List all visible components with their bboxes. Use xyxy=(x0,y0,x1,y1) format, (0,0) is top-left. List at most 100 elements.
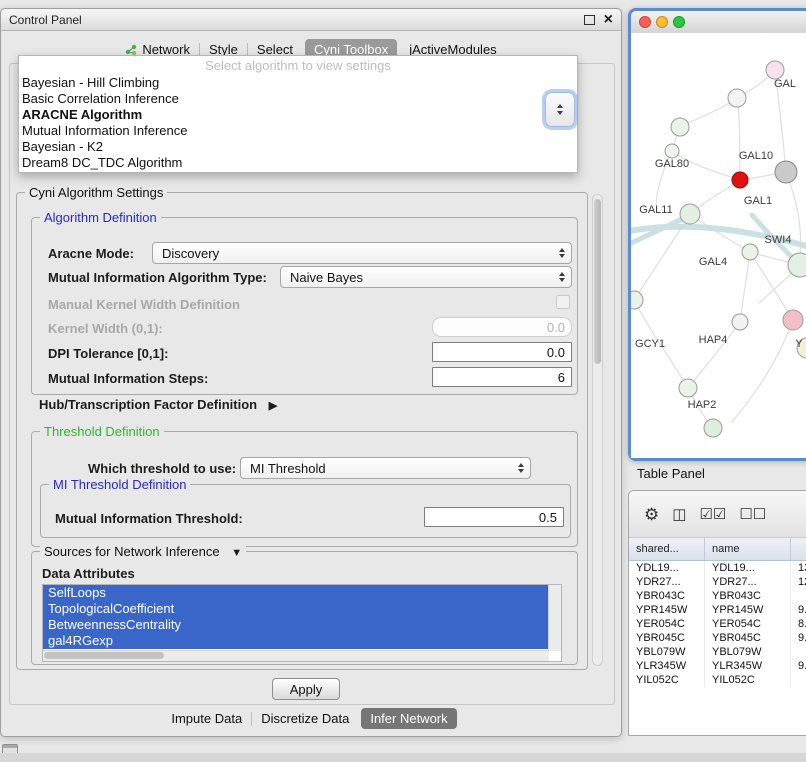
which-threshold-select[interactable]: MI Threshold xyxy=(240,457,531,479)
close-icon[interactable]: × xyxy=(604,12,613,28)
list-item-selected[interactable]: TopologicalCoefficient xyxy=(43,601,549,617)
network-nodes xyxy=(631,61,806,437)
collapsed-arrow-icon[interactable]: ▶ xyxy=(269,400,277,412)
table-cell[interactable]: 13 xyxy=(791,561,806,575)
columns-icon[interactable]: ◫ xyxy=(672,507,686,522)
dropdown-item[interactable]: Mutual Information Inference xyxy=(19,123,577,139)
network-node[interactable] xyxy=(728,89,746,107)
dpi-tolerance-field[interactable] xyxy=(432,342,572,362)
table-cell[interactable]: YBL079W xyxy=(705,645,791,659)
close-traffic-light[interactable] xyxy=(639,16,651,28)
tab-infer-network[interactable]: Infer Network xyxy=(361,708,456,729)
table-cell[interactable]: YBR045C xyxy=(705,631,791,645)
table-cell[interactable]: YDR27... xyxy=(629,575,705,589)
table-cell[interactable]: YIL052C xyxy=(705,673,791,687)
column-header[interactable]: shared... xyxy=(629,538,705,560)
table-cell[interactable]: 9. xyxy=(791,603,806,617)
mi-type-select[interactable]: Naive Bayes xyxy=(280,266,572,288)
mi-steps-field[interactable] xyxy=(432,367,572,387)
scrollbar-thumb[interactable] xyxy=(44,652,164,659)
hub-definition-toggle[interactable]: Hub/Transcription Factor Definition ▶ xyxy=(39,397,277,412)
table-cell[interactable]: YBR043C xyxy=(629,589,705,603)
control-panel-titlebar[interactable]: Control Panel × xyxy=(1,9,621,31)
network-node[interactable] xyxy=(671,118,689,136)
dropdown-item[interactable]: Dream8 DC_TDC Algorithm xyxy=(19,155,577,171)
table-cell[interactable]: YER054C xyxy=(629,617,705,631)
aracne-mode-select[interactable]: Discovery xyxy=(152,242,572,264)
mi-threshold-field[interactable] xyxy=(424,507,564,527)
tab-impute-data[interactable]: Impute Data xyxy=(162,708,251,729)
manual-kernel-checkbox[interactable] xyxy=(556,295,570,309)
settings-vertical-scrollbar[interactable] xyxy=(592,194,603,666)
network-view-window: GAL GAL80 GAL10 GAL11 GAL1 SWI4 GAL4 GCY… xyxy=(628,8,806,461)
deselect-all-checkboxes-icon[interactable]: ☐☐ xyxy=(739,507,766,522)
sources-toggle[interactable]: Sources for Network Inference ▼ xyxy=(40,544,246,559)
list-horizontal-scrollbar[interactable] xyxy=(43,650,549,661)
group-title: Cyni Algorithm Settings xyxy=(25,185,167,200)
network-node[interactable] xyxy=(680,204,700,224)
list-vertical-scrollbar[interactable] xyxy=(548,585,561,651)
network-window-titlebar[interactable] xyxy=(631,11,806,34)
select-all-checkboxes-icon[interactable]: ☑☑ xyxy=(699,507,726,522)
kernel-width-field[interactable] xyxy=(432,317,572,337)
network-node[interactable] xyxy=(704,419,722,437)
column-header[interactable]: name xyxy=(705,538,791,560)
network-node-label: GAL xyxy=(774,78,796,90)
table-cell[interactable]: 12 xyxy=(791,575,806,589)
gear-icon[interactable]: ⚙ xyxy=(644,506,659,523)
dropdown-item[interactable]: Basic Correlation Inference xyxy=(19,91,577,107)
table-cell[interactable]: YBL079W xyxy=(629,645,705,659)
table-cell[interactable]: YDR27... xyxy=(705,575,791,589)
aracne-mode-label: Aracne Mode: xyxy=(48,246,134,261)
network-node-pink[interactable] xyxy=(783,310,803,330)
table-cell[interactable]: YLR345W xyxy=(629,659,705,673)
column-header[interactable] xyxy=(791,538,806,560)
network-node[interactable] xyxy=(679,379,697,397)
network-node[interactable] xyxy=(732,314,748,330)
mi-type-label: Mutual Information Algorithm Type: xyxy=(48,270,267,285)
network-node[interactable] xyxy=(742,244,758,260)
table-cell[interactable]: YDL19... xyxy=(705,561,791,575)
table-cell[interactable]: YLR345W xyxy=(705,659,791,673)
table-cell[interactable]: YDL19... xyxy=(629,561,705,575)
table-cell[interactable]: YBR043C xyxy=(705,589,791,603)
apply-button[interactable]: Apply xyxy=(272,678,340,700)
dropdown-item[interactable]: Bayesian - K2 xyxy=(19,139,577,155)
table-cell[interactable]: YPR145W xyxy=(629,603,705,617)
list-item-selected[interactable]: BetweennessCentrality xyxy=(43,617,549,633)
network-node[interactable] xyxy=(665,144,679,158)
network-node-label: HAP4 xyxy=(699,334,728,346)
stepper-down-icon xyxy=(557,111,563,115)
combo-arrows-icon xyxy=(559,272,565,282)
minimize-traffic-light[interactable] xyxy=(656,16,668,28)
network-node[interactable] xyxy=(631,291,643,309)
tab-discretize-data[interactable]: Discretize Data xyxy=(252,708,358,729)
algorithm-definition-group: Algorithm Definition Aracne Mode: Discov… xyxy=(31,217,578,395)
table-cell[interactable] xyxy=(791,645,806,659)
network-node-gray[interactable] xyxy=(775,161,797,183)
list-item-selected[interactable]: gal4RGexp xyxy=(43,633,549,649)
dropdown-item-selected[interactable]: ARACNE Algorithm xyxy=(19,107,577,123)
table-cell[interactable]: YER054C xyxy=(705,617,791,631)
table-cell[interactable]: YBR045C xyxy=(629,631,705,645)
table-cell[interactable]: YIL052C xyxy=(629,673,705,687)
expanded-arrow-icon[interactable]: ▼ xyxy=(231,547,242,559)
dropdown-item[interactable]: Bayesian - Hill Climbing xyxy=(19,75,577,91)
network-node-red[interactable] xyxy=(732,172,748,188)
mi-steps-label: Mutual Information Steps: xyxy=(48,371,208,386)
algorithm-combo-stepper[interactable] xyxy=(545,92,575,127)
float-window-icon[interactable] xyxy=(584,15,595,25)
selected-value: Discovery xyxy=(162,246,219,261)
table-cell[interactable]: YPR145W xyxy=(705,603,791,617)
table-cell[interactable]: 9. xyxy=(791,631,806,645)
scrollbar-thumb[interactable] xyxy=(594,199,601,364)
table-cell[interactable]: 8. xyxy=(791,617,806,631)
list-item-selected[interactable]: SelfLoops xyxy=(43,585,549,601)
network-node[interactable] xyxy=(766,61,784,79)
table-cell[interactable]: 9. xyxy=(791,659,806,673)
table-cell[interactable] xyxy=(791,589,806,603)
zoom-traffic-light[interactable] xyxy=(673,16,685,28)
network-canvas[interactable]: GAL GAL80 GAL10 GAL11 GAL1 SWI4 GAL4 GCY… xyxy=(631,33,806,458)
window-title: Control Panel xyxy=(9,13,82,27)
table-cell[interactable] xyxy=(791,673,806,687)
